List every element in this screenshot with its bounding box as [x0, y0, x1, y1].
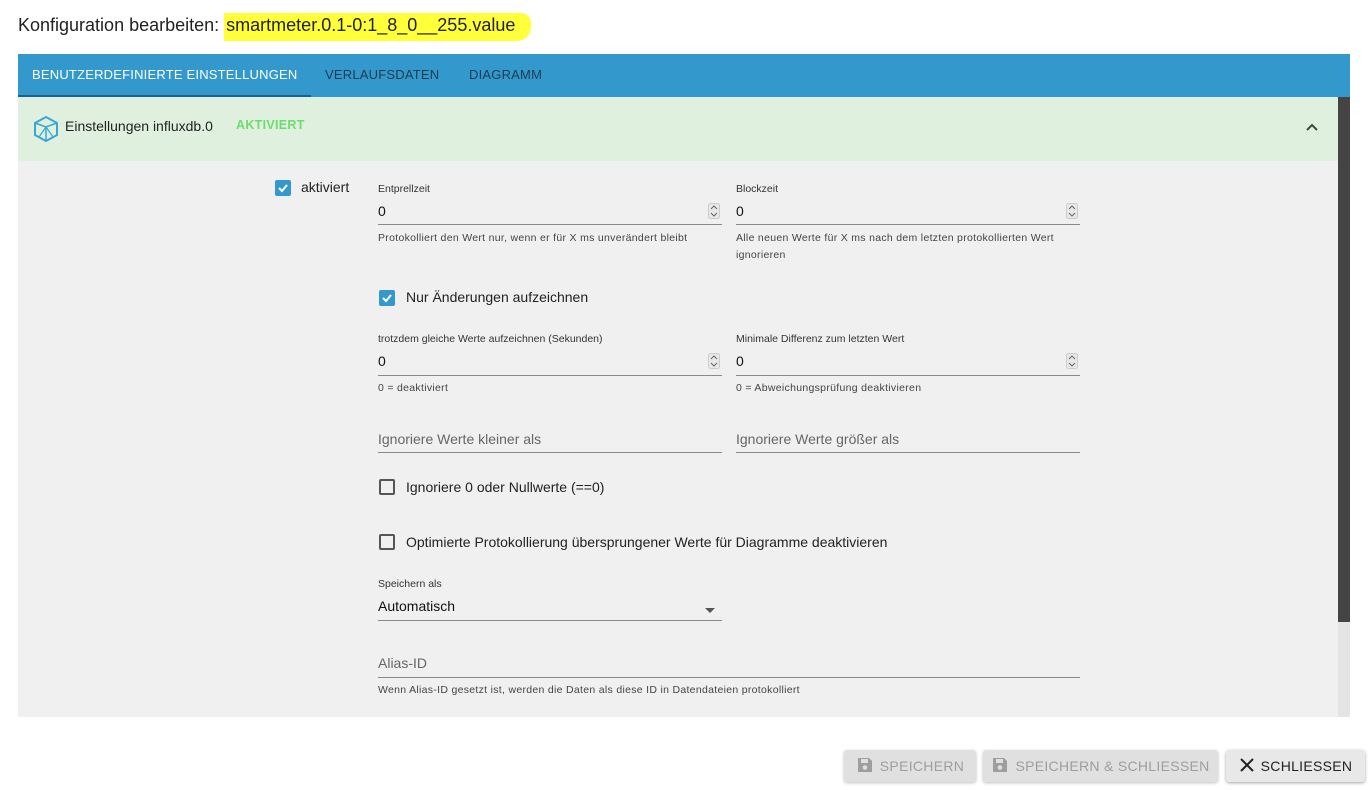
- accordion-label: Einstellungen influxdb.0: [65, 118, 213, 134]
- dropdown-arrow-icon[interactable]: [704, 602, 716, 613]
- change-interval-input[interactable]: 0: [378, 353, 386, 369]
- min-difference-label: Minimale Differenz zum letzten Wert: [736, 333, 905, 345]
- debounce-help: Protokolliert den Wert nur, wenn er für …: [378, 232, 688, 244]
- min-difference-spinner-icon[interactable]: [1066, 353, 1078, 369]
- changes-only-label: Nur Änderungen aufzeichnen: [406, 289, 589, 305]
- debounce-input[interactable]: 0: [378, 203, 386, 219]
- change-interval-label: trotzdem gleiche Werte aufzeichnen (Seku…: [378, 333, 603, 345]
- blocktime-input[interactable]: 0: [736, 203, 744, 219]
- change-interval-underline: [378, 375, 722, 376]
- close-icon: [1239, 757, 1255, 776]
- alias-id-input[interactable]: Alias-ID: [378, 655, 427, 671]
- debounce-spinner-icon[interactable]: [708, 203, 720, 219]
- close-button[interactable]: SCHLIESSEN: [1226, 750, 1365, 782]
- min-difference-underline: [736, 375, 1080, 376]
- save-close-button-label: SPEICHERN & SCHLIESSEN: [1015, 758, 1210, 774]
- chevron-up-icon[interactable]: [1302, 117, 1322, 137]
- tab-custom-settings[interactable]: BENUTZERDEFINIERTE EINSTELLUNGEN: [18, 54, 311, 97]
- disable-skipped-checkbox[interactable]: [379, 534, 395, 550]
- ignore-below-input[interactable]: Ignoriere Werte kleiner als: [378, 431, 541, 447]
- changes-only-checkbox[interactable]: [379, 290, 395, 306]
- dialog-title-prefix: Konfiguration bearbeiten:: [18, 15, 220, 35]
- save-button-label: SPEICHERN: [879, 758, 965, 774]
- enabled-label: aktiviert: [301, 179, 350, 195]
- tab-chart[interactable]: DIAGRAMM: [469, 54, 542, 97]
- store-as-select[interactable]: Automatisch: [378, 598, 455, 614]
- ignore-zero-checkbox[interactable]: [379, 479, 395, 495]
- blocktime-help: Alle neuen Werte für X ms nach dem letzt…: [736, 232, 1054, 261]
- dialog-title: Konfiguration bearbeiten: smartmeter.0.1…: [18, 12, 532, 42]
- enabled-checkbox[interactable]: [275, 180, 291, 196]
- change-interval-help: 0 = deaktiviert: [378, 382, 449, 394]
- change-interval-spinner-icon[interactable]: [708, 353, 720, 369]
- save-icon: [856, 756, 874, 777]
- save-close-button[interactable]: SPEICHERN & SCHLIESSEN: [983, 750, 1218, 782]
- save-button[interactable]: SPEICHERN: [844, 750, 976, 782]
- blocktime-spinner-icon[interactable]: [1066, 203, 1078, 219]
- debounce-underline: [378, 224, 722, 225]
- settings-panel: [18, 97, 1338, 717]
- object-id: smartmeter.0.1-0:1_8_0__255.value: [224, 13, 532, 41]
- save-icon: [991, 756, 1009, 777]
- alias-id-help: Wenn Alias-ID gesetzt ist, werden die Da…: [378, 684, 800, 696]
- disable-skipped-label: Optimierte Protokollierung übersprungene…: [406, 534, 888, 550]
- accordion-status: AKTIVIERT: [236, 118, 305, 132]
- ignore-above-underline: [736, 452, 1080, 453]
- debounce-label: Entprellzeit: [378, 183, 430, 195]
- close-button-label: SCHLIESSEN: [1260, 758, 1353, 774]
- ignore-below-underline: [378, 452, 722, 453]
- tab-bar: BENUTZERDEFINIERTE EINSTELLUNGEN VERLAUF…: [18, 54, 1350, 97]
- blocktime-underline: [736, 224, 1080, 225]
- scrollbar-thumb[interactable]: [1338, 97, 1350, 622]
- store-as-label: Speichern als: [378, 578, 442, 590]
- min-difference-help: 0 = Abweichungsprüfung deaktivieren: [736, 382, 922, 394]
- blocktime-label: Blockzeit: [736, 183, 779, 195]
- accordion-header[interactable]: [18, 97, 1338, 161]
- tab-history-data[interactable]: VERLAUFSDATEN: [325, 54, 439, 97]
- store-as-underline: [378, 620, 722, 621]
- ignore-above-input[interactable]: Ignoriere Werte größer als: [736, 431, 899, 447]
- alias-id-underline: [378, 677, 1080, 678]
- ignore-zero-label: Ignoriere 0 oder Nullwerte (==0): [406, 479, 605, 495]
- min-difference-input[interactable]: 0: [736, 353, 744, 369]
- influxdb-logo-icon: [32, 115, 60, 143]
